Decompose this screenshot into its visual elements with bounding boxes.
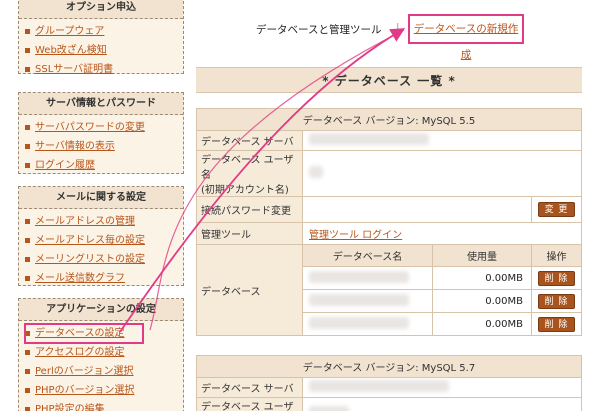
main-content: データベースと管理ツール | データベースの新規作成 * データベース 一覧 *… [196,0,600,411]
db-op-cell: 削 除 [531,266,582,290]
sidebar-item-login-history[interactable]: ログイン履歴 [25,156,177,175]
redacted-value [309,270,409,283]
bullet-icon [25,276,30,281]
db-usage-cell: 0.00MB [432,289,532,313]
change-password-button[interactable]: 変 更 [537,202,576,217]
bullet-icon [25,67,30,72]
redacted-value [309,316,409,329]
bullet-icon [25,331,30,336]
app-box-title: アプリケーションの設定 [19,299,183,321]
bullet-icon [25,219,30,224]
sidebar-item-web-tamper[interactable]: Web改ざん検知 [25,41,177,60]
delete-button[interactable]: 削 除 [537,316,576,332]
redacted-value [309,166,323,178]
bullet-icon [25,125,30,130]
bullet-icon [25,350,30,355]
sidebar: オプション申込 グループウェア Web改ざん検知 SSLサーバ証明書 サーバ情報… [0,0,190,411]
db-usage-cell: 0.00MB [432,266,532,290]
mail-box: メールに関する設定 メールアドレスの管理 メールアドレス毎の設定 メーリングリス… [18,186,184,286]
database-version-header: データベース バージョン: MySQL 5.7 [196,355,582,378]
sidebar-item-mailing-list[interactable]: メーリングリストの設定 [25,250,177,269]
db-server-label: データベース サーバ [196,377,303,398]
options-box-title: オプション申込 [19,0,183,19]
server-box-title: サーバ情報とパスワード [19,93,183,115]
top-nav: データベースと管理ツール | データベースの新規作成 [256,14,556,61]
db-password-op: 変 更 [531,196,582,223]
bullet-icon [25,257,30,262]
db-name-cell [302,312,433,336]
db-server-value [302,130,582,151]
delete-button[interactable]: 削 除 [537,293,576,309]
sidebar-item-groupware[interactable]: グループウェア [25,22,177,41]
db-tool-cell: 管理ツール ログイン [302,222,582,245]
bullet-icon [25,407,30,411]
admin-tool-login-link[interactable]: 管理ツール ログイン [309,230,402,241]
redacted-value [309,133,429,145]
database-table-mysql55: データベース バージョン: MySQL 5.5 データベース サーバ データベー… [196,108,582,336]
bullet-icon [25,163,30,168]
db-password-label: 接続パスワード変更 [196,196,303,223]
bullet-icon [25,48,30,53]
db-list-label: データベース [196,244,303,336]
database-table-mysql57: データベース バージョン: MySQL 5.7 データベース サーバ データベー… [196,355,582,411]
db-user-value [302,397,582,411]
db-op-cell: 削 除 [531,289,582,313]
db-name-cell [302,289,433,313]
sidebar-item-database-settings[interactable]: データベースの設定 [24,323,144,344]
app-box: アプリケーションの設定 データベースの設定 アクセスログの設定 Perlのバージ… [18,298,184,411]
col-header-op: 操作 [531,244,582,267]
sidebar-item-perl-version[interactable]: Perlのバージョン選択 [25,362,177,381]
delete-button[interactable]: 削 除 [537,270,576,286]
db-user-value [302,150,582,197]
db-name-cell [302,266,433,290]
options-box: オプション申込 グループウェア Web改ざん検知 SSLサーバ証明書 [18,0,184,75]
bullet-icon [25,238,30,243]
db-op-cell: 削 除 [531,312,582,336]
new-database-link[interactable]: データベースの新規作成 [408,14,524,61]
database-list-title: * データベース 一覧 * [196,67,582,93]
db-server-value [302,377,582,398]
sidebar-item-php-settings[interactable]: PHP設定の編集 [25,400,177,411]
sidebar-item-access-log[interactable]: アクセスログの設定 [25,343,177,362]
sidebar-item-mail-settings[interactable]: メールアドレス毎の設定 [25,231,177,250]
sidebar-item-mail-address[interactable]: メールアドレスの管理 [25,212,177,231]
sidebar-item-ssl[interactable]: SSLサーバ証明書 [25,60,177,79]
sidebar-item-mail-graph[interactable]: メール送信数グラフ [25,269,177,288]
nav-separator: | [396,22,400,34]
redacted-value [309,380,449,392]
sidebar-item-php-version[interactable]: PHPのバージョン選択 [25,381,177,400]
bullet-icon [25,369,30,374]
db-usage-cell: 0.00MB [432,312,532,336]
bullet-icon [25,388,30,393]
db-user-label: データベース ユーザ名 (初期アカウント名) [196,150,303,197]
redacted-value [309,293,409,306]
database-version-header: データベース バージョン: MySQL 5.5 [196,108,582,131]
sidebar-item-server-password[interactable]: サーバパスワードの変更 [25,118,177,137]
redacted-value [309,405,349,411]
current-section-label: データベースと管理ツール [256,24,382,36]
db-password-value [302,196,532,223]
sidebar-item-server-info[interactable]: サーバ情報の表示 [25,137,177,156]
bullet-icon [25,29,30,34]
db-user-label: データベース ユーザ名 [196,397,303,411]
db-server-label: データベース サーバ [196,130,303,151]
server-box: サーバ情報とパスワード サーバパスワードの変更 サーバ情報の表示 ログイン履歴 [18,92,184,174]
db-tool-label: 管理ツール [196,222,303,245]
bullet-icon [25,144,30,149]
mail-box-title: メールに関する設定 [19,187,183,209]
col-header-usage: 使用量 [432,244,532,267]
col-header-db-name: データベース名 [302,244,433,267]
